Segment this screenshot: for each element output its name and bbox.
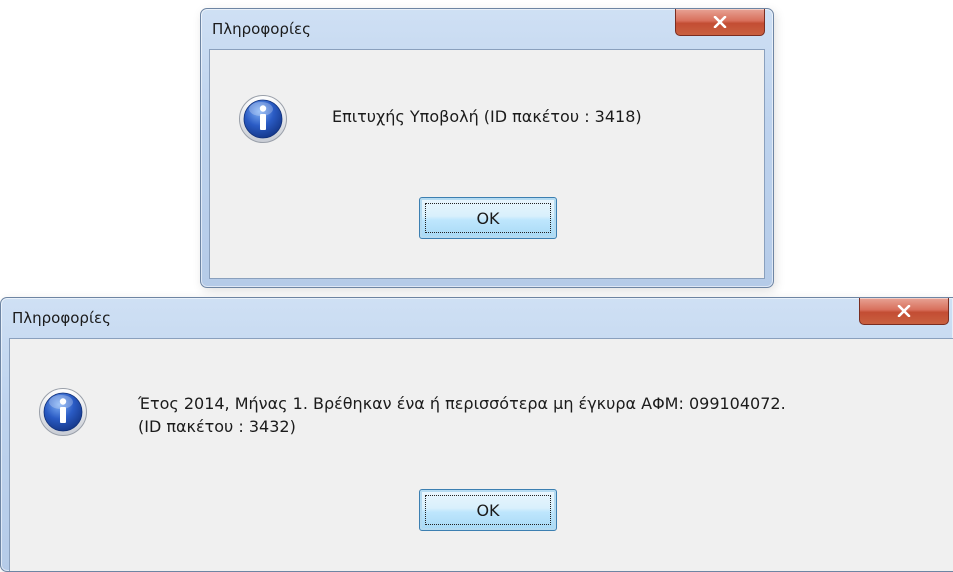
title-bar[interactable]: Πληροφορίες [201, 9, 773, 49]
information-icon [239, 95, 287, 143]
message-line: Έτος 2014, Μήνας 1. Βρέθηκαν ένα ή περισ… [138, 394, 786, 413]
message-line: Επιτυχής Υποβολή (ID πακέτου : 3418) [332, 107, 642, 126]
dialog-body: Έτος 2014, Μήνας 1. Βρέθηκαν ένα ή περισ… [9, 338, 953, 571]
close-button[interactable] [675, 9, 765, 36]
ok-button[interactable]: OK [419, 197, 557, 239]
ok-button[interactable]: OK [419, 489, 557, 531]
dialog-body: Επιτυχής Υποβολή (ID πακέτου : 3418) OK [209, 49, 765, 279]
info-dialog-2: Πληροφορίες Έτος 2014, Μήνας 1. Βρέθηκαν… [0, 297, 953, 572]
dialog-title: Πληροφορίες [212, 20, 311, 38]
message-text: Επιτυχής Υποβολή (ID πακέτου : 3418) [332, 105, 642, 128]
dialog-title: Πληροφορίες [12, 309, 111, 327]
message-text: Έτος 2014, Μήνας 1. Βρέθηκαν ένα ή περισ… [138, 392, 786, 438]
close-button[interactable] [859, 298, 949, 325]
title-bar[interactable]: Πληροφορίες [1, 298, 953, 338]
information-icon [39, 388, 87, 436]
close-icon [897, 305, 911, 317]
close-icon [713, 16, 727, 28]
message-line: (ID πακέτου : 3432) [138, 417, 296, 436]
info-dialog-1: Πληροφορίες Επιτυχής Υποβολή (ID πακέτου… [200, 8, 774, 288]
